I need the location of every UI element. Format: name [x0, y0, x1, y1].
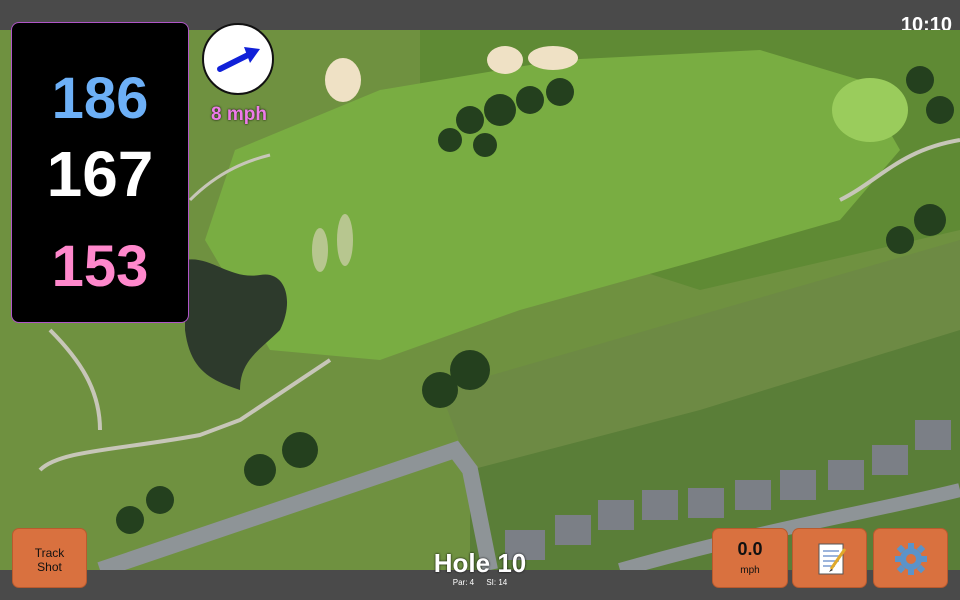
- distance-back: 186: [51, 66, 149, 131]
- hole-meta: Par: 4 SI: 14: [380, 578, 580, 587]
- wind-speed-label: 8 mph: [211, 104, 267, 125]
- track-shot-label-line1: Track: [34, 546, 65, 560]
- distance-front: 153: [51, 234, 149, 299]
- notepad-icon: [818, 543, 847, 575]
- hole-stroke-index: SI: 14: [486, 578, 508, 587]
- wind-direction-arrow-icon: [217, 47, 260, 72]
- speed-button[interactable]: 0.0 mph: [712, 528, 788, 588]
- wind-indicator: [202, 23, 274, 95]
- gear-icon: [895, 543, 927, 575]
- track-shot-button[interactable]: Track Shot: [12, 528, 87, 588]
- track-shot-label-line2: Shot: [37, 560, 62, 574]
- hole-title: Hole 10: [433, 548, 527, 578]
- hole-par: Par: 4: [452, 578, 475, 587]
- settings-button[interactable]: [873, 528, 948, 588]
- distance-panel: 186 167 153: [11, 22, 189, 323]
- speed-value: 0.0: [737, 539, 763, 559]
- notes-button[interactable]: [792, 528, 867, 588]
- speed-unit: mph: [740, 565, 760, 576]
- distance-center: 167: [46, 138, 154, 210]
